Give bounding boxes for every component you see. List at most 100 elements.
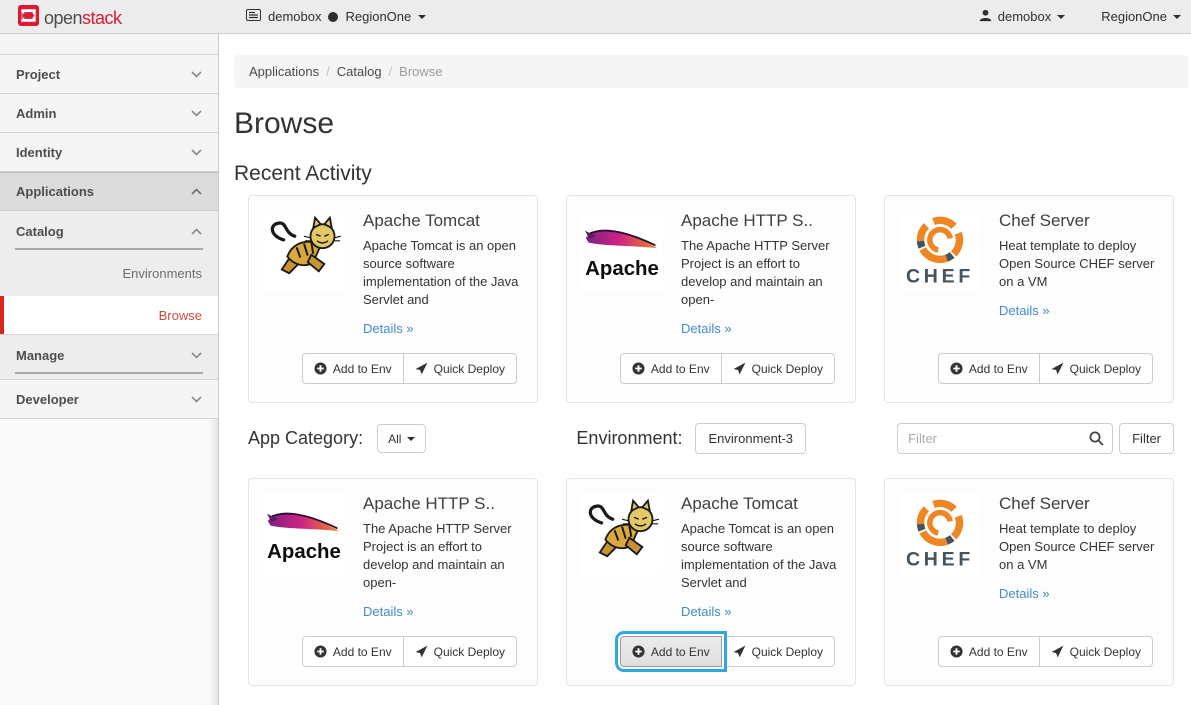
filter-button[interactable]: Filter <box>1119 423 1174 454</box>
sidebar-item-environments[interactable]: Environments <box>0 250 218 296</box>
details-link[interactable]: Details » <box>363 321 414 336</box>
chevron-down-icon <box>191 110 202 117</box>
add-to-env-button-highlighted[interactable]: Add to Env <box>620 636 722 667</box>
button-label: Add to Env <box>333 362 392 376</box>
button-label: Add to Env <box>333 645 392 659</box>
paper-plane-icon <box>1051 645 1064 658</box>
list-icon <box>246 9 261 24</box>
quick-deploy-button[interactable]: Quick Deploy <box>721 636 835 667</box>
app-description: Apache Tomcat is an open source software… <box>681 520 841 592</box>
app-card-apache-http: Apache Apache HTTP S.. The Apache HTTP S… <box>566 195 856 403</box>
sidebar-clipped-row <box>0 34 218 55</box>
app-category-dropdown[interactable]: All <box>377 424 426 453</box>
project-region-switcher[interactable]: demobox RegionOne <box>246 0 426 33</box>
details-link[interactable]: Details » <box>681 321 732 336</box>
card-actions: Add to Env Quick Deploy <box>620 353 835 384</box>
app-title: Apache HTTP S.. <box>681 211 841 231</box>
environment-button[interactable]: Environment-3 <box>695 423 806 454</box>
chevron-up-icon <box>191 188 202 195</box>
sidebar-item-label: Environments <box>123 266 202 281</box>
details-link[interactable]: Details » <box>681 604 732 619</box>
quick-deploy-button[interactable]: Quick Deploy <box>403 353 517 384</box>
breadcrumb-browse: Browse <box>399 64 442 79</box>
caret-down-icon <box>1057 15 1065 19</box>
add-to-env-button[interactable]: Add to Env <box>302 636 404 667</box>
plus-circle-icon <box>632 362 645 375</box>
sidebar-item-admin[interactable]: Admin <box>0 94 218 133</box>
breadcrumb-catalog[interactable]: Catalog <box>337 64 382 79</box>
sidebar-item-manage[interactable]: Manage <box>15 335 203 374</box>
search-icon[interactable] <box>1089 431 1104 451</box>
app-description: The Apache HTTP Server Project is an eff… <box>681 237 841 309</box>
paper-plane-icon <box>415 645 428 658</box>
sidebar-item-applications[interactable]: Applications <box>0 172 218 211</box>
sidebar-item-label: Admin <box>16 106 56 121</box>
button-label: Quick Deploy <box>1070 645 1141 659</box>
chevron-down-icon <box>191 71 202 78</box>
sidebar-item-browse[interactable]: Browse <box>0 296 218 334</box>
button-label: Quick Deploy <box>434 645 505 659</box>
sidebar-item-label: Catalog <box>16 224 64 239</box>
filter-search <box>897 423 1113 454</box>
app-title: Apache Tomcat <box>681 494 841 514</box>
top-bar: openstack demobox RegionOne demobox Regi… <box>0 0 1191 34</box>
app-card-tomcat: Apache Tomcat Apache Tomcat is an open s… <box>566 478 856 686</box>
recent-activity-row: Apache Tomcat Apache Tomcat is an open s… <box>248 195 1191 403</box>
button-label: Quick Deploy <box>752 362 823 376</box>
main-content: Applications / Catalog / Browse Browse R… <box>220 34 1191 705</box>
breadcrumb-applications[interactable]: Applications <box>249 64 319 79</box>
sidebar-item-label: Applications <box>16 184 94 199</box>
quick-deploy-button[interactable]: Quick Deploy <box>721 353 835 384</box>
filter-input[interactable] <box>897 423 1113 454</box>
sidebar-item-identity[interactable]: Identity <box>0 133 218 172</box>
quick-deploy-button[interactable]: Quick Deploy <box>1039 353 1153 384</box>
openstack-logo[interactable]: openstack <box>18 5 122 31</box>
app-title: Apache Tomcat <box>363 211 523 231</box>
region-menu-label: RegionOne <box>1101 9 1167 24</box>
button-label: Quick Deploy <box>752 645 823 659</box>
filter-row: App Category: All Environment: Environme… <box>248 423 1174 454</box>
add-to-env-button[interactable]: Add to Env <box>620 353 722 384</box>
tomcat-logo-icon <box>263 210 345 292</box>
page-title: Browse <box>234 107 1191 141</box>
app-card-chef: CHEF Chef Server Heat template to deploy… <box>884 195 1174 403</box>
card-actions: Add to Env Quick Deploy <box>938 636 1153 667</box>
plus-circle-icon <box>314 645 327 658</box>
region-menu[interactable]: RegionOne <box>1101 9 1181 24</box>
sidebar-item-project[interactable]: Project <box>0 55 218 94</box>
add-to-env-button[interactable]: Add to Env <box>938 353 1040 384</box>
card-actions: Add to Env Quick Deploy <box>302 353 517 384</box>
catalog-row: Apache Apache HTTP S.. The Apache HTTP S… <box>248 478 1191 686</box>
app-description: Heat template to deploy Open Source CHEF… <box>999 237 1159 291</box>
chef-logo-icon: CHEF <box>899 210 981 292</box>
user-menu[interactable]: demobox <box>979 9 1065 25</box>
paper-plane-icon <box>733 362 746 375</box>
tomcat-logo-icon <box>581 493 663 575</box>
quick-deploy-button[interactable]: Quick Deploy <box>403 636 517 667</box>
region-dot-icon <box>328 12 338 22</box>
card-actions: Add to Env Quick Deploy <box>302 636 517 667</box>
apache-logo-icon: Apache <box>581 210 663 292</box>
chevron-up-icon <box>191 228 202 235</box>
top-right-menus: demobox RegionOne <box>979 0 1181 33</box>
details-link[interactable]: Details » <box>999 303 1050 318</box>
sidebar-item-catalog[interactable]: Catalog <box>15 211 203 250</box>
openstack-logo-text: openstack <box>44 8 122 29</box>
chevron-down-icon <box>191 396 202 403</box>
app-card-tomcat: Apache Tomcat Apache Tomcat is an open s… <box>248 195 538 403</box>
card-actions: Add to Env Quick Deploy <box>938 353 1153 384</box>
sidebar-item-developer[interactable]: Developer <box>0 380 218 419</box>
app-title: Chef Server <box>999 494 1159 514</box>
sidebar-item-label: Manage <box>16 348 64 363</box>
recent-activity-heading: Recent Activity <box>234 162 1191 186</box>
button-label: Add to Env <box>651 645 710 659</box>
chevron-down-icon <box>191 149 202 156</box>
button-label: Add to Env <box>969 362 1028 376</box>
add-to-env-button[interactable]: Add to Env <box>302 353 404 384</box>
app-card-apache-http: Apache Apache HTTP S.. The Apache HTTP S… <box>248 478 538 686</box>
add-to-env-button[interactable]: Add to Env <box>938 636 1040 667</box>
quick-deploy-button[interactable]: Quick Deploy <box>1039 636 1153 667</box>
user-icon <box>979 9 992 25</box>
details-link[interactable]: Details » <box>999 586 1050 601</box>
details-link[interactable]: Details » <box>363 604 414 619</box>
